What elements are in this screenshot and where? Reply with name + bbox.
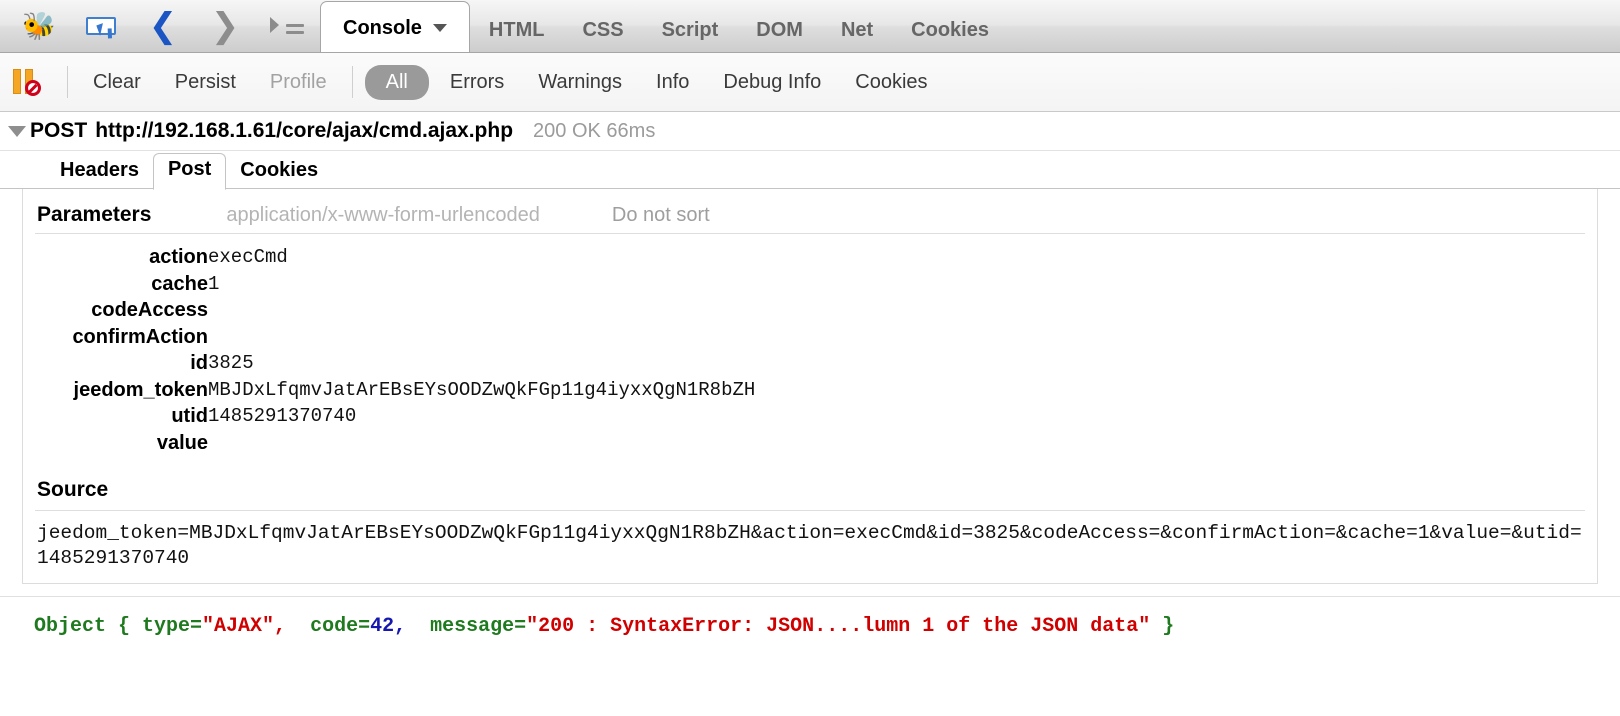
toolbar-icon-group: 🐝 ❮ ❯ — [0, 0, 318, 52]
filter-all-button[interactable]: All — [364, 64, 429, 100]
back-arrow-icon: ❮ — [148, 6, 178, 46]
request-method: POST — [30, 119, 88, 142]
toolbar-divider-2 — [351, 66, 353, 98]
filter-warnings-button[interactable]: Warnings — [521, 65, 639, 100]
table-row[interactable]: value — [23, 430, 1597, 457]
table-row[interactable]: id 3825 — [23, 350, 1597, 377]
tab-net[interactable]: Net — [822, 8, 892, 52]
log-message-key: message= — [430, 615, 527, 638]
param-value: execCmd — [208, 246, 288, 268]
subtab-cookies[interactable]: Cookies — [226, 155, 332, 189]
log-type-key: type= — [142, 615, 203, 638]
do-not-sort-option[interactable]: Do not sort — [612, 204, 710, 227]
inspect-element-button[interactable] — [70, 0, 132, 52]
tab-cookies[interactable]: Cookies — [892, 8, 1008, 52]
subtab-headers[interactable]: Headers — [46, 155, 153, 189]
triangle-down-icon — [8, 125, 26, 137]
console-options-bar: Clear Persist Profile All Errors Warning… — [0, 53, 1620, 112]
post-detail-panel: Parameters application/x-www-form-urlenc… — [22, 189, 1598, 584]
forward-button[interactable]: ❯ — [194, 0, 256, 52]
tab-script-label: Script — [661, 19, 719, 41]
table-row[interactable]: codeAccess — [23, 297, 1597, 324]
param-name: action — [149, 246, 208, 268]
break-on-error-icon[interactable] — [9, 65, 53, 99]
table-row[interactable]: action execCmd — [23, 244, 1597, 271]
table-row[interactable]: jeedom_token MBJDxLfqmvJatArEBsEYsOODZwQ… — [23, 377, 1597, 404]
log-object-label: Object { — [34, 615, 131, 638]
param-value: 1 — [208, 272, 220, 295]
panel-list-icon — [270, 15, 304, 37]
toolbar-divider-1 — [67, 66, 68, 98]
filter-errors-button[interactable]: Errors — [433, 65, 521, 100]
param-value — [208, 297, 1597, 324]
back-button[interactable]: ❮ — [132, 0, 194, 52]
request-url[interactable]: http://192.168.1.61/core/ajax/cmd.ajax.p… — [95, 119, 513, 143]
log-message-value: "200 : SyntaxError: JSON....lumn 1 of th… — [526, 615, 1151, 638]
console-log-entry[interactable]: Object { type="AJAX", code=42, message="… — [0, 597, 1620, 638]
tab-console-label: Console — [343, 16, 422, 39]
tab-css[interactable]: CSS — [563, 8, 642, 52]
log-object-closing: } — [1162, 615, 1175, 638]
expand-twisty-button[interactable] — [4, 125, 30, 137]
parameters-content-type: application/x-www-form-urlencoded — [226, 204, 540, 226]
tab-html[interactable]: HTML — [470, 8, 564, 52]
filter-info-button[interactable]: Info — [639, 65, 706, 100]
tab-cookies-label: Cookies — [911, 19, 989, 41]
persist-button[interactable]: Persist — [158, 65, 253, 100]
param-name: value — [156, 431, 208, 454]
filter-debug-info-button[interactable]: Debug Info — [706, 65, 838, 100]
subtab-post[interactable]: Post — [152, 153, 227, 190]
param-value: 3825 — [208, 352, 254, 374]
forward-arrow-icon: ❯ — [210, 6, 240, 46]
source-title: Source — [37, 478, 109, 501]
tab-dom[interactable]: DOM — [737, 8, 822, 52]
log-type-value: "AJAX", — [202, 615, 287, 638]
firebug-logo-button[interactable]: 🐝 — [8, 0, 70, 52]
parameters-title: Parameters — [37, 203, 152, 226]
firebug-panel-bar: 🐝 ❮ ❯ Console HTML CSS Script DOM Net Co… — [0, 0, 1620, 53]
panel-tabs: Console HTML CSS Script DOM Net Cookies — [320, 0, 1008, 52]
parameters-section-header: Parameters application/x-www-form-urlenc… — [23, 189, 1597, 233]
param-name: codeAccess — [91, 299, 208, 321]
parameters-table: action execCmd cache 1 codeAccess confir… — [23, 244, 1597, 456]
param-value: 1485291370740 — [208, 405, 357, 427]
tab-net-label: Net — [840, 19, 874, 41]
filter-cookies-button[interactable]: Cookies — [838, 65, 944, 100]
clear-button[interactable]: Clear — [76, 65, 158, 100]
param-name: cache — [151, 272, 208, 295]
inspect-element-icon — [86, 17, 116, 36]
table-row[interactable]: utid 1485291370740 — [23, 403, 1597, 430]
param-name: id — [190, 352, 208, 374]
parameters-divider — [35, 233, 1585, 234]
tab-css-label: CSS — [582, 19, 624, 41]
panel-list-button[interactable] — [256, 0, 318, 52]
request-row[interactable]: POST http://192.168.1.61/core/ajax/cmd.a… — [0, 112, 1620, 151]
tab-script[interactable]: Script — [643, 8, 738, 52]
param-name: confirmAction — [72, 325, 208, 348]
tab-console[interactable]: Console — [320, 1, 470, 52]
param-value — [208, 430, 1597, 457]
chevron-down-icon[interactable] — [432, 24, 447, 32]
firebug-logo-icon: 🐝 — [22, 10, 56, 41]
param-name: utid — [171, 405, 208, 427]
log-code-key: code= — [310, 615, 371, 638]
profile-button[interactable]: Profile — [253, 65, 344, 100]
tab-html-label: HTML — [488, 19, 545, 41]
table-row[interactable]: cache 1 — [23, 271, 1597, 298]
log-code-value: 42, — [370, 615, 407, 638]
table-row[interactable]: confirmAction — [23, 324, 1597, 351]
source-body: jeedom_token=MBJDxLfqmvJatArEBsEYsOODZwQ… — [37, 522, 1582, 569]
tab-dom-label: DOM — [756, 19, 803, 41]
param-name: jeedom_token — [73, 378, 208, 401]
request-status: 200 OK 66ms — [533, 119, 656, 142]
param-value: MBJDxLfqmvJatArEBsEYsOODZwQkFGp11g4iyxxQ… — [208, 378, 756, 401]
request-detail-tabs: Headers Post Cookies — [0, 151, 1620, 190]
param-value — [208, 324, 1597, 351]
